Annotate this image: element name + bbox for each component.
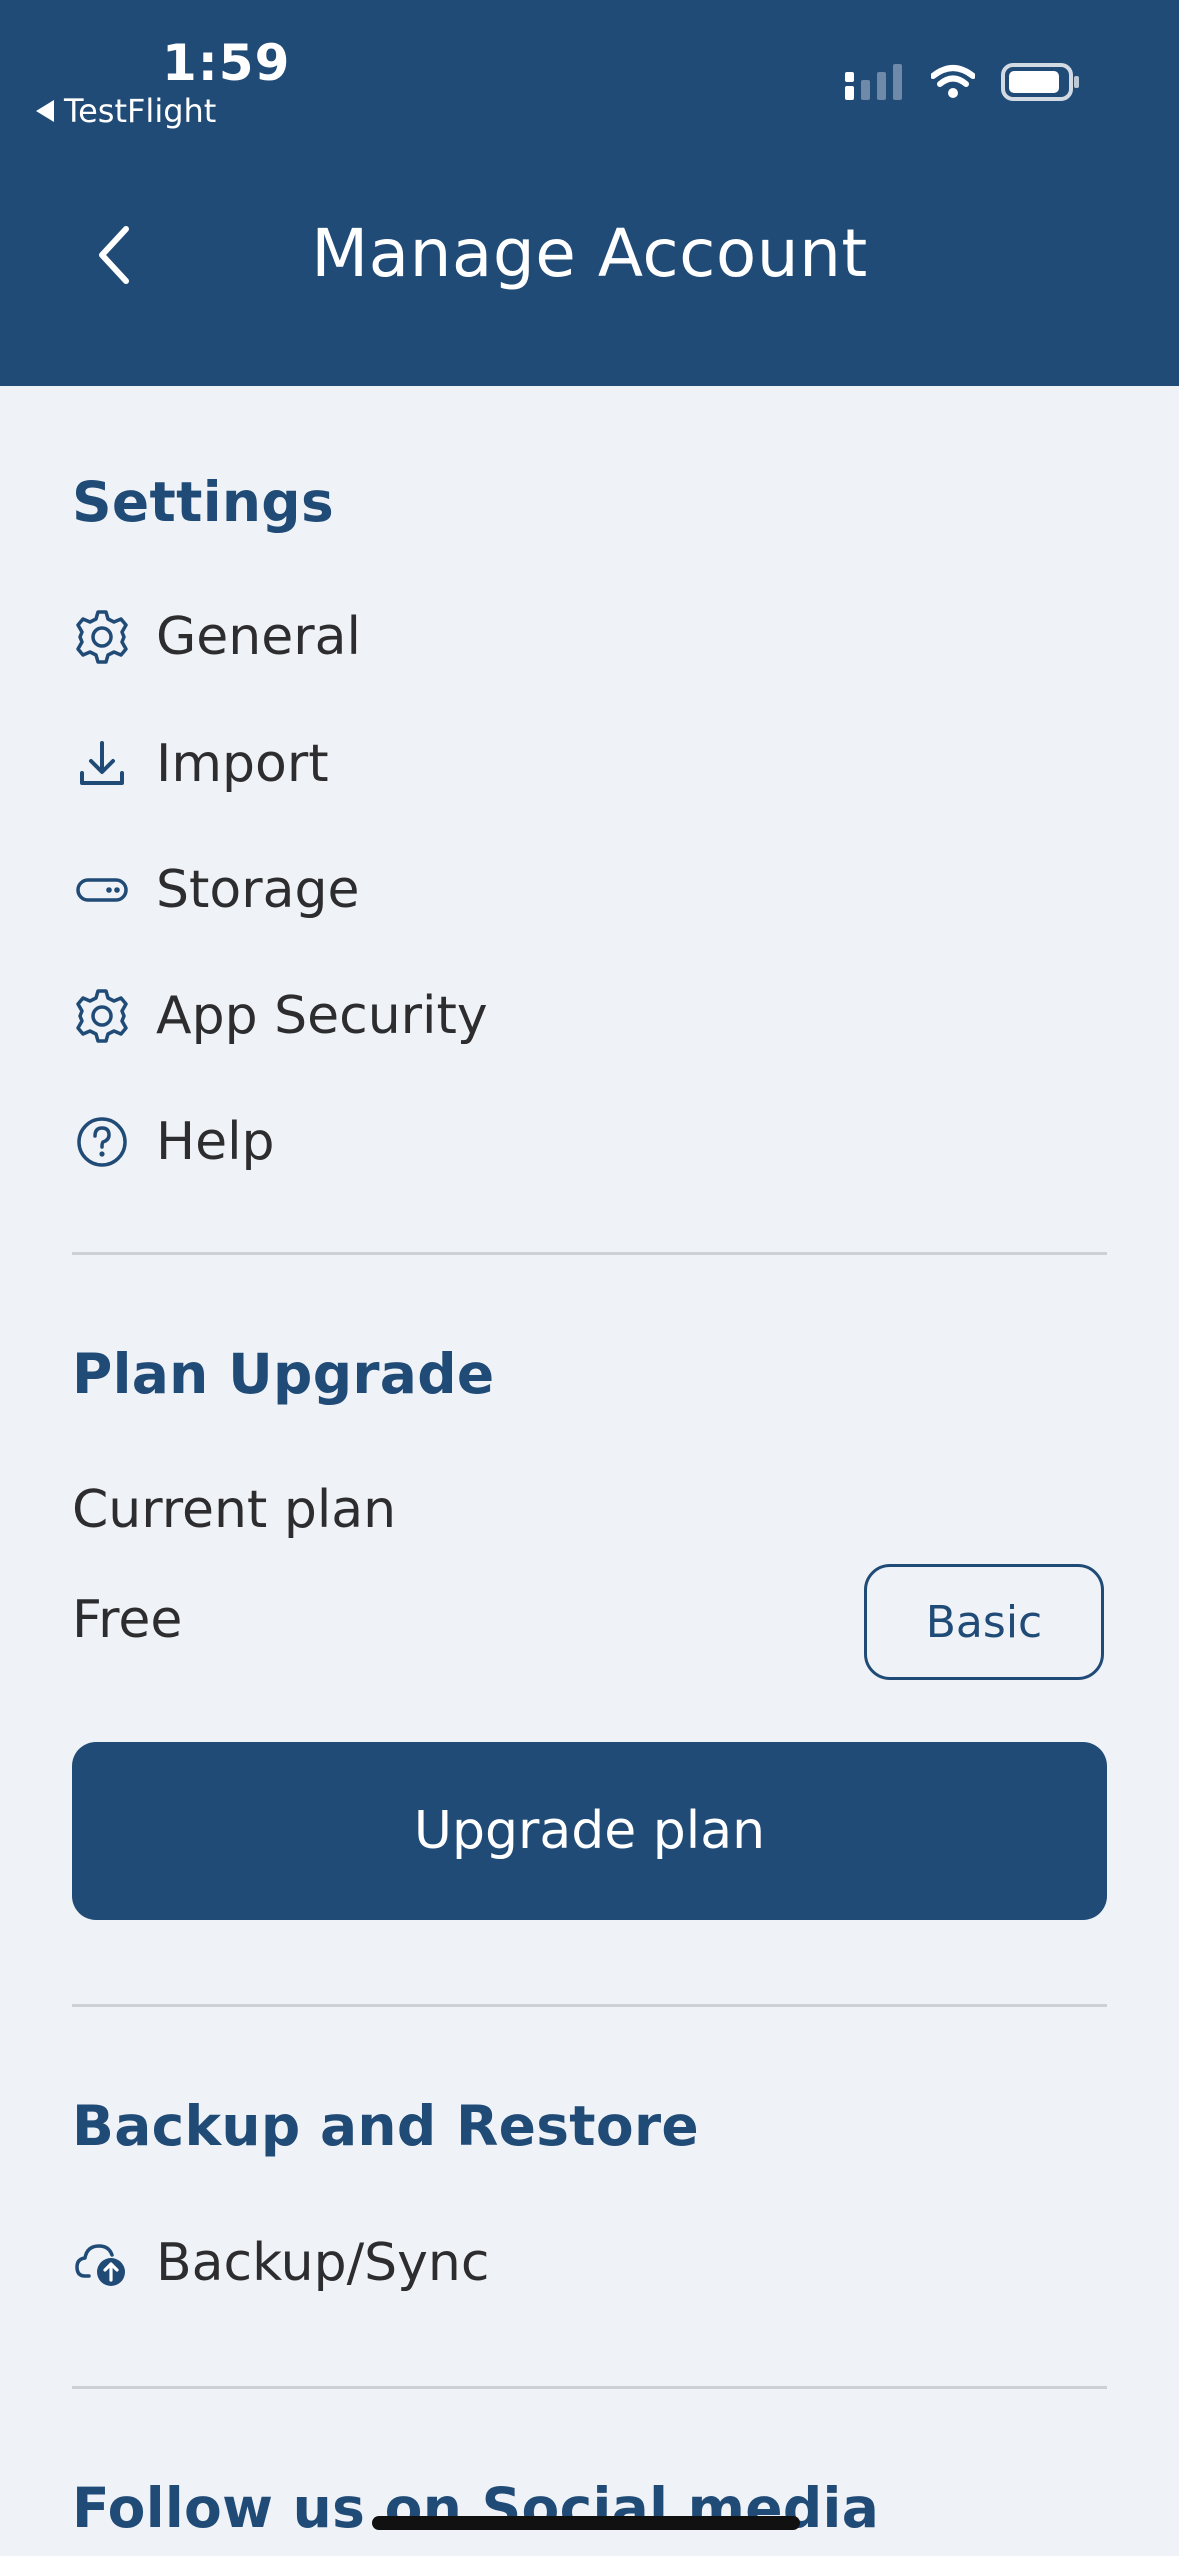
current-plan-value: Free: [72, 1590, 183, 1650]
status-icons: [845, 62, 1081, 102]
app-header: 1:59 TestFlight Manage Account: [0, 0, 1179, 386]
upgrade-plan-button[interactable]: Upgrade plan: [72, 1742, 1107, 1920]
settings-item-app-security[interactable]: App Security: [72, 971, 488, 1061]
settings-item-label: General: [156, 607, 361, 667]
settings-item-import[interactable]: Import: [72, 719, 329, 809]
settings-item-help[interactable]: Help: [72, 1097, 275, 1187]
backup-item-sync[interactable]: Backup/Sync: [72, 2218, 489, 2308]
gear-icon: [72, 607, 132, 667]
social-section-title: Follow us on Social media: [72, 2476, 880, 2540]
settings-item-storage[interactable]: Storage: [72, 845, 359, 935]
section-divider: [72, 2004, 1107, 2007]
section-divider: [72, 1252, 1107, 1255]
home-indicator: [372, 2516, 800, 2530]
battery-icon: [1001, 63, 1079, 101]
backup-item-label: Backup/Sync: [156, 2233, 490, 2293]
gear-icon: [72, 986, 132, 1046]
help-icon: [72, 1112, 132, 1172]
settings-item-label: App Security: [156, 986, 488, 1046]
testflight-back-link[interactable]: TestFlight: [36, 92, 216, 130]
cellular-signal-icon: [845, 64, 902, 100]
backup-section-title: Backup and Restore: [72, 2094, 699, 2158]
page-title: Manage Account: [311, 215, 868, 292]
plan-section-title: Plan Upgrade: [72, 1342, 495, 1406]
section-divider: [72, 2386, 1107, 2389]
status-time: 1:59: [162, 34, 291, 92]
settings-item-general[interactable]: General: [72, 592, 361, 682]
back-triangle-icon: [36, 100, 54, 122]
cloud-upload-icon: [72, 2233, 132, 2293]
back-app-label: TestFlight: [64, 92, 217, 130]
current-plan-label: Current plan: [72, 1480, 397, 1540]
settings-item-label: Storage: [156, 860, 360, 920]
download-icon: [72, 734, 132, 794]
plan-badge-basic[interactable]: Basic: [864, 1564, 1104, 1680]
settings-section-title: Settings: [72, 470, 335, 534]
settings-item-label: Help: [156, 1112, 275, 1172]
wifi-icon: [931, 65, 975, 98]
settings-item-label: Import: [156, 734, 329, 794]
storage-icon: [72, 860, 132, 920]
